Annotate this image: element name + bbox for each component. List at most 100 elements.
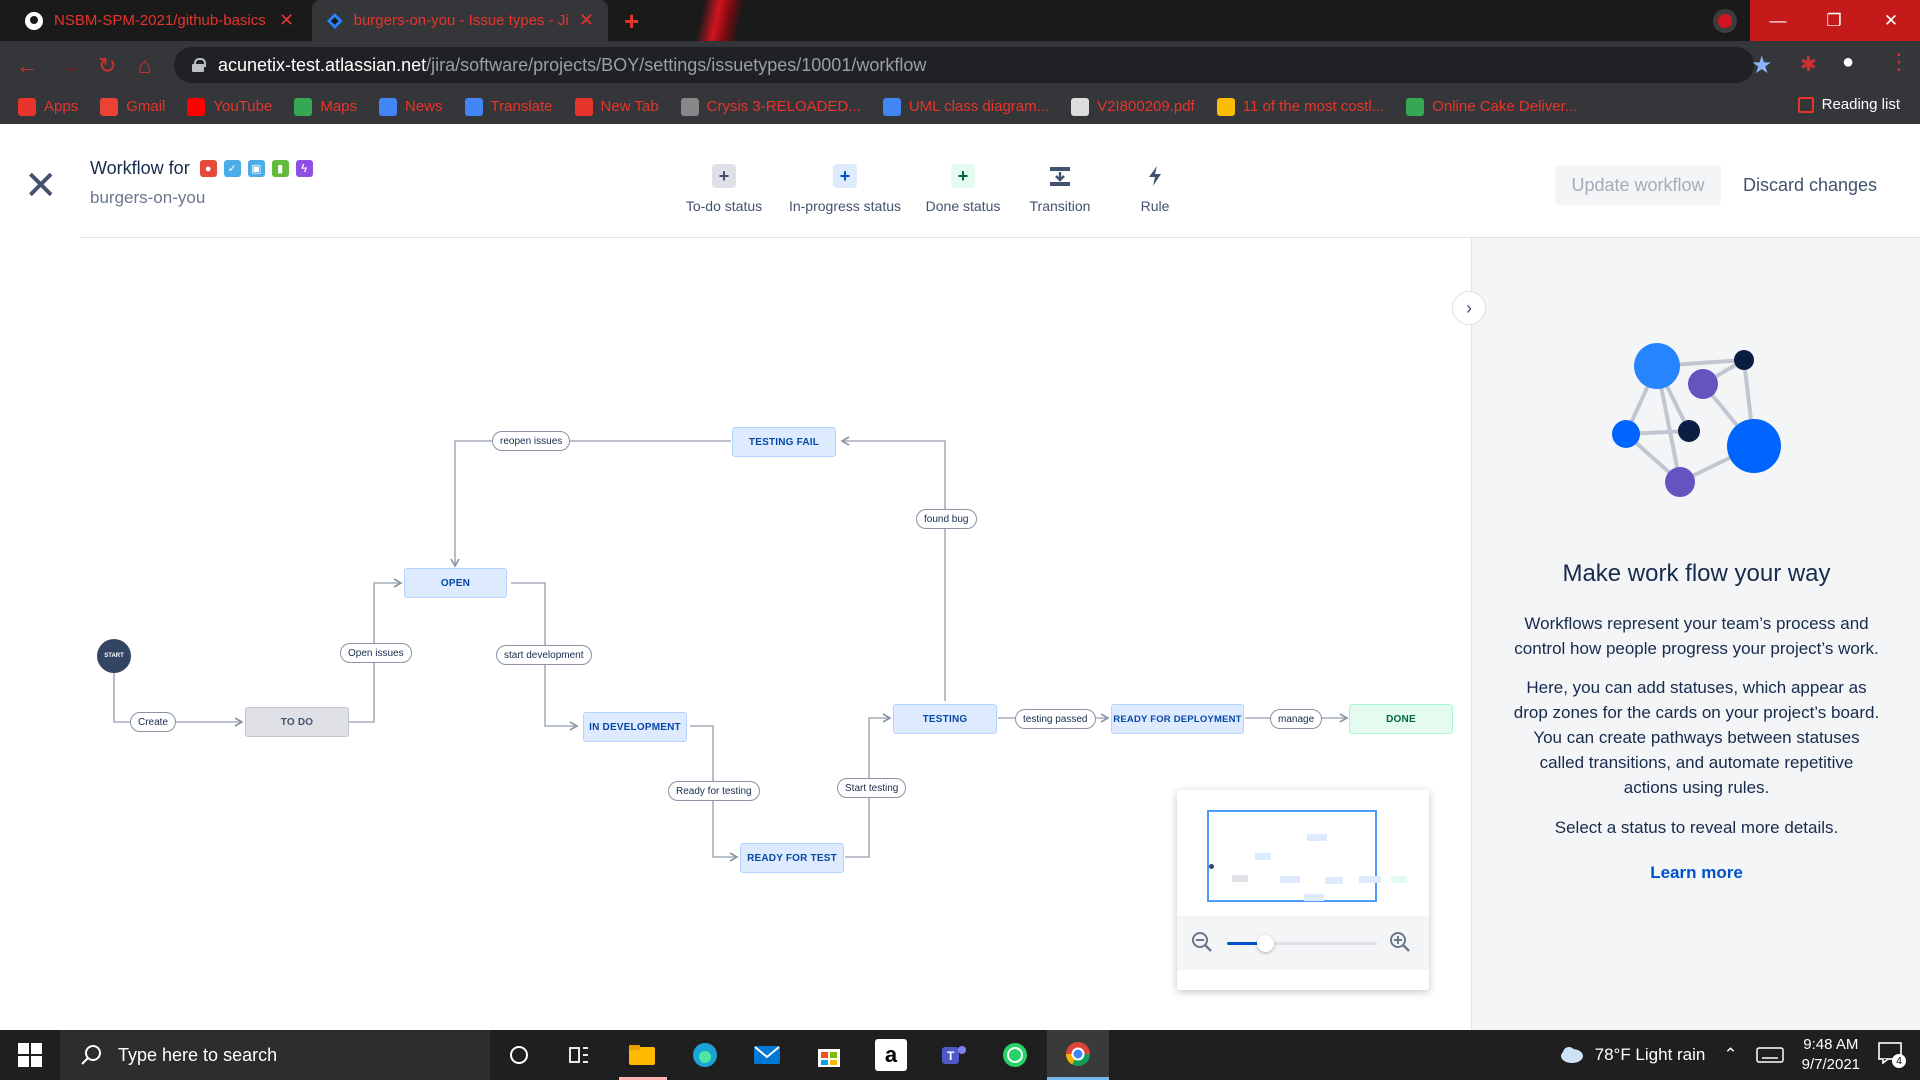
reading-list-icon — [1797, 96, 1814, 113]
toolbar-label: Rule — [1140, 198, 1170, 214]
bookmark-item[interactable]: UML class diagram... — [882, 97, 1049, 116]
system-tray: 78°F Light rain ⌃ 9:48 AM 9/7/2021 4 — [1559, 1030, 1920, 1080]
weather-widget[interactable]: 78°F Light rain — [1559, 1045, 1705, 1065]
taskbar-search-input[interactable]: Type here to search — [60, 1030, 490, 1080]
transition-open-issues[interactable]: Open issues — [340, 643, 412, 663]
status-ready-for-deployment[interactable]: READY FOR DEPLOYMENT — [1111, 704, 1244, 734]
transition-icon — [1048, 164, 1072, 188]
bookmark-item[interactable]: Online Cake Deliver... — [1406, 97, 1577, 116]
chrome-taskbar-icon[interactable] — [1047, 1030, 1109, 1080]
reload-icon[interactable]: ↻ — [98, 53, 116, 79]
bookmark-item[interactable]: Gmail — [100, 97, 165, 116]
status-in-development[interactable]: IN DEVELOPMENT — [583, 712, 687, 742]
minimap-node — [1304, 894, 1324, 901]
reading-list-label: Reading list — [1821, 96, 1900, 113]
zoom-slider[interactable] — [1227, 935, 1377, 952]
transition-reopen-issues[interactable]: reopen issues — [492, 431, 571, 451]
bookmark-item[interactable]: Apps — [18, 97, 79, 116]
edge-icon[interactable] — [689, 1039, 721, 1071]
bookmark-star-icon[interactable]: ★ — [1751, 51, 1773, 80]
tab-jira[interactable]: burgers-on-you - Issue types - Ji ✕ — [312, 0, 608, 41]
show-hidden-icons-chevron-icon[interactable]: ⌃ — [1723, 1045, 1737, 1065]
new-tab-icon[interactable]: + — [624, 6, 639, 37]
minimap-node — [1325, 877, 1343, 884]
transition-start-development[interactable]: start development — [496, 645, 592, 665]
collapse-panel-chevron-icon[interactable]: › — [1452, 291, 1486, 325]
status-ready-for-test[interactable]: READY FOR TEST — [740, 843, 844, 873]
store-icon[interactable] — [813, 1039, 845, 1071]
zoom-slider-handle[interactable] — [1256, 935, 1274, 952]
status-testing-fail[interactable]: TESTING FAIL — [732, 427, 836, 457]
browser-tab-bar: NSBM-SPM-2021/github-basics ✕ burgers-on… — [0, 0, 1920, 41]
home-icon[interactable]: ⌂ — [138, 53, 151, 79]
status-open[interactable]: OPEN — [404, 568, 507, 598]
minimize-icon[interactable]: — — [1750, 0, 1806, 41]
transition-start-testing[interactable]: Start testing — [837, 778, 907, 798]
transition-create[interactable]: Create — [130, 712, 177, 732]
help-panel: Make work flow your way Workflows repres… — [1471, 238, 1920, 1030]
workflow-canvas[interactable]: START TO DO OPEN IN DEVELOPMENT READY FO… — [0, 238, 1471, 1030]
close-window-icon[interactable]: ✕ — [1862, 0, 1920, 41]
clock[interactable]: 9:48 AM 9/7/2021 — [1802, 1035, 1860, 1075]
url-field[interactable]: acunetix-test.atlassian.net/jira/softwar… — [174, 47, 1754, 83]
tab-github[interactable]: NSBM-SPM-2021/github-basics ✕ — [10, 0, 310, 41]
bookmark-label: Apps — [44, 98, 79, 115]
toolbar-button-in-progress-status[interactable]: + In-progress status — [785, 164, 905, 214]
restore-icon[interactable]: ❐ — [1806, 0, 1862, 41]
teams-icon[interactable]: T — [937, 1039, 969, 1071]
status-done[interactable]: DONE — [1349, 704, 1453, 734]
reading-list-button[interactable]: Reading list — [1797, 96, 1900, 113]
panel-description-2: Here, you can add statuses, which appear… — [1513, 678, 1880, 797]
bookmark-item[interactable]: 11 of the most costl... — [1216, 97, 1384, 116]
discard-changes-button[interactable]: Discard changes — [1730, 165, 1890, 205]
bookmark-item[interactable]: YouTube — [187, 97, 272, 116]
bookmark-item[interactable]: Translate — [464, 97, 553, 116]
star-site-icon — [1216, 97, 1235, 116]
forward-icon[interactable]: → — [58, 53, 80, 79]
transition-found-bug[interactable]: found bug — [916, 509, 977, 529]
bookmark-item[interactable]: Crysis 3-RELOADED... — [680, 97, 861, 116]
bookmark-item[interactable]: New Tab — [574, 97, 659, 116]
bookmark-item[interactable]: News — [379, 97, 443, 116]
transition-manage[interactable]: manage — [1270, 709, 1323, 729]
news-icon — [379, 97, 398, 116]
menu-dots-icon[interactable]: ⋮ — [1888, 49, 1910, 75]
minimap[interactable] — [1177, 790, 1429, 990]
windows-start-icon[interactable] — [14, 1039, 46, 1071]
tab-close-icon[interactable]: ✕ — [579, 10, 594, 31]
wallpaper-glow — [695, 0, 745, 41]
bookmark-item[interactable]: Maps — [294, 97, 357, 116]
bookmark-label: Crysis 3-RELOADED... — [706, 98, 861, 115]
minimap-viewport[interactable] — [1207, 810, 1377, 902]
amazon-icon[interactable]: a — [875, 1039, 907, 1071]
minimap-node — [1359, 876, 1381, 883]
bookmarks-bar: Apps Gmail YouTube Maps News Translate New Tab… — [0, 89, 1920, 124]
toolbar-button-to-do-status[interactable]: + To-do status — [664, 164, 784, 214]
status-to-do[interactable]: TO DO — [245, 707, 349, 737]
update-workflow-button[interactable]: Update workflow — [1555, 165, 1721, 205]
status-testing[interactable]: TESTING — [893, 704, 997, 734]
plus-icon: + — [712, 164, 736, 188]
task-view-icon[interactable] — [563, 1039, 595, 1071]
account-icon[interactable]: ● — [1842, 51, 1854, 74]
learn-more-link[interactable]: Learn more — [1472, 863, 1920, 883]
close-editor-icon[interactable]: ✕ — [24, 166, 58, 206]
profile-menu-icon[interactable] — [1700, 0, 1750, 41]
notifications-icon[interactable]: 4 — [1878, 1042, 1906, 1068]
zoom-out-icon[interactable] — [1191, 931, 1213, 953]
transition-testing-passed[interactable]: testing passed — [1015, 709, 1096, 729]
apps-grid-icon — [18, 97, 36, 116]
panel-hint: Select a status to reveal more details. — [1554, 818, 1839, 837]
transition-ready-for-testing[interactable]: Ready for testing — [668, 781, 760, 801]
back-icon[interactable]: ← — [16, 53, 38, 79]
bookmark-item[interactable]: V2I800209.pdf — [1071, 97, 1195, 116]
zoom-in-icon[interactable] — [1389, 931, 1411, 953]
extensions-icon[interactable]: ✱ — [1800, 52, 1817, 77]
tab-close-icon[interactable]: ✕ — [279, 10, 294, 31]
mail-icon[interactable] — [751, 1039, 783, 1071]
file-explorer-icon[interactable] — [626, 1039, 658, 1071]
cortana-icon[interactable] — [503, 1039, 535, 1071]
whatsapp-icon[interactable] — [999, 1039, 1031, 1071]
keyboard-icon[interactable] — [1755, 1046, 1784, 1064]
toolbar-button-rule[interactable]: Rule — [1095, 164, 1215, 214]
